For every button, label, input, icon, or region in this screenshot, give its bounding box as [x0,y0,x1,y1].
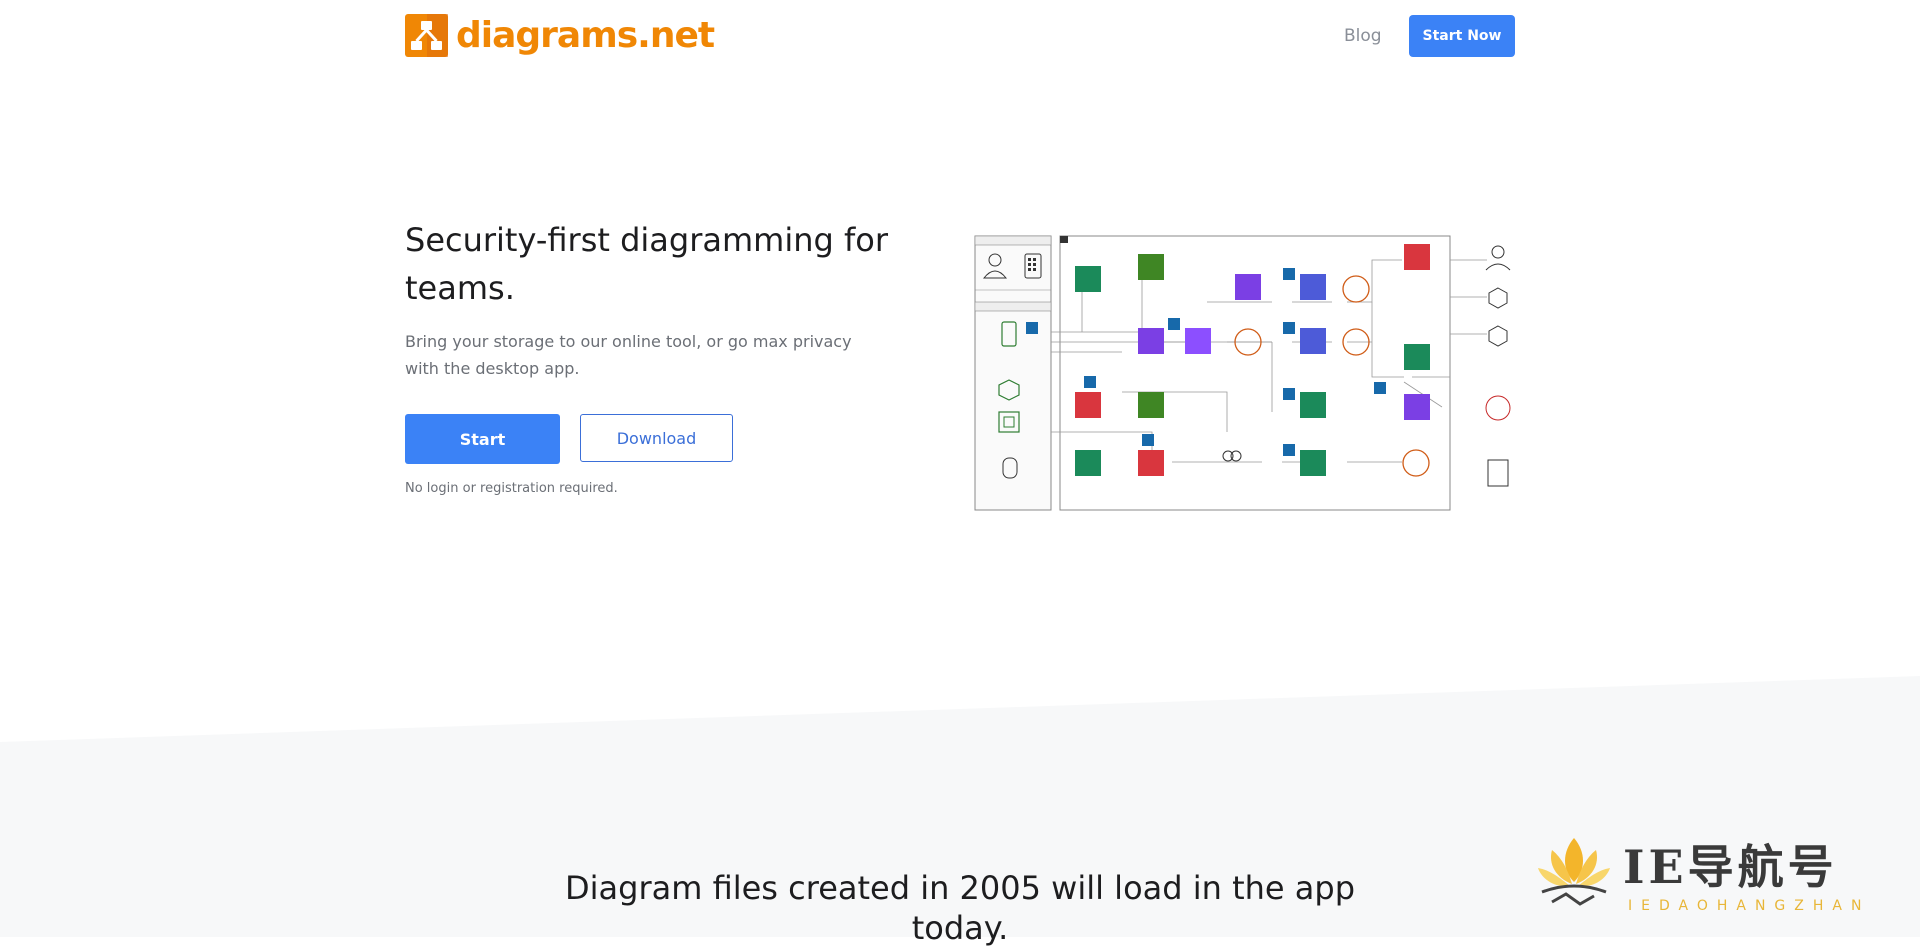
section-title: Diagram files created in 2005 will load … [565,869,1355,947]
lotus-handshake-icon [1538,838,1610,906]
iedaohangzhan-watermark: IE导航号 IEDAOHANGZHAN [1530,828,1900,928]
diagrams-net-logo[interactable]: diagrams.net [405,14,715,57]
start-now-button[interactable]: Start Now [1409,15,1515,57]
watermark-brand: IE导航号 [1623,840,1838,894]
site-header: diagrams.net Blog Start Now [0,0,1920,72]
diagrams-logo-icon [405,14,448,57]
aws-architecture-diagram [974,235,1511,511]
hero-subtitle: Bring your storage to our online tool, o… [405,332,852,378]
logo-text: diagrams.net [456,15,715,56]
architecture-diagram-illustration [972,232,1516,514]
hero-title: Security-first diagramming for teams. [405,221,888,307]
nav-blog-link[interactable]: Blog [1344,25,1382,47]
start-button[interactable]: Start [405,414,560,464]
download-button[interactable]: Download [580,414,733,462]
watermark-subtitle: IEDAOHANGZHAN [1628,898,1871,914]
no-login-note: No login or registration required. [405,481,618,496]
